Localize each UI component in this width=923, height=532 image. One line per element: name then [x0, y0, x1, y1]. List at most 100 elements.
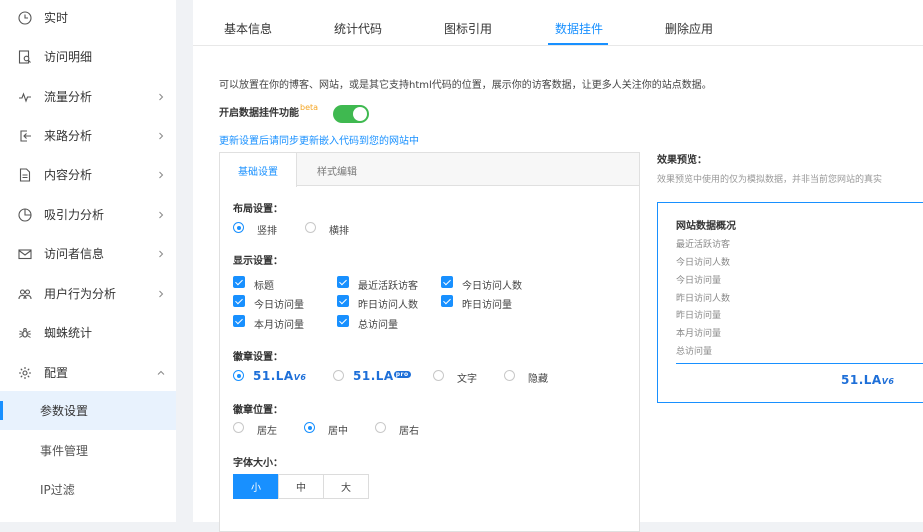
- sidebar-item-label: 流量分析: [44, 90, 93, 104]
- logo-text: 51.LA: [841, 373, 882, 387]
- sidebar-item-user-behavior[interactable]: 用户行为分析: [0, 274, 176, 313]
- logo-suffix: V6: [293, 373, 307, 382]
- chevron-right-icon: [159, 211, 164, 218]
- tab-basic-settings[interactable]: 基础设置: [220, 153, 297, 187]
- position-center-radio[interactable]: [304, 422, 315, 433]
- sidebar-item-events[interactable]: 事件管理: [0, 431, 176, 470]
- sidebar-item-label: 实时: [44, 11, 69, 25]
- checkbox-label: 今日访问量: [254, 300, 304, 311]
- sidebar-item-realtime[interactable]: 实时: [0, 0, 176, 37]
- preview-divider: [676, 363, 923, 364]
- update-notice-link[interactable]: 更新设置后请同步更新嵌入代码到您的网站中: [219, 132, 419, 147]
- sidebar-item-label: IP过滤: [40, 483, 75, 497]
- top-tabs: 基本信息 统计代码 图标引用 数据挂件 删除应用: [193, 0, 923, 46]
- checkbox-today-visitors[interactable]: [441, 276, 453, 288]
- badge-position-title: 徽章位置：: [233, 405, 283, 416]
- preview-title: 效果预览：: [657, 155, 707, 166]
- sidebar-item-label: 蜘蛛统计: [44, 326, 93, 340]
- preview-heading: 网站数据概况: [676, 221, 736, 232]
- layout-vertical-radio[interactable]: [233, 222, 244, 233]
- preview-item: 昨日访问人数: [676, 294, 731, 304]
- checkbox-label: 标题: [254, 281, 274, 292]
- sidebar-item-label: 配置: [44, 366, 69, 380]
- login-arrow-icon: [20, 129, 31, 142]
- chevron-right-icon: [159, 250, 164, 257]
- checkbox-total-visits[interactable]: [337, 315, 349, 327]
- tab-basic-info[interactable]: 基本信息: [224, 20, 272, 37]
- badge-v6-radio[interactable]: [233, 370, 244, 381]
- users-icon: [18, 288, 32, 299]
- badge-pro-radio[interactable]: [333, 370, 344, 381]
- sidebar-item-label: 参数设置: [40, 404, 89, 418]
- position-left-radio[interactable]: [233, 422, 244, 433]
- checkbox-label: 最近活跃访客: [358, 281, 418, 292]
- position-right-radio[interactable]: [375, 422, 386, 433]
- sidebar-item-label: 访问者信息: [44, 247, 105, 261]
- preview-item: 今日访问量: [676, 276, 722, 286]
- pulse-icon: [19, 91, 31, 103]
- checkbox-title[interactable]: [233, 276, 245, 288]
- layout-vertical-label: 竖排: [257, 226, 277, 237]
- sidebar-item-attraction[interactable]: 吸引力分析: [0, 195, 176, 234]
- checkbox-recent-visitors[interactable]: [337, 276, 349, 288]
- sidebar-item-label: 访问明细: [44, 50, 93, 64]
- tab-stats-code[interactable]: 统计代码: [334, 20, 382, 37]
- toggle-label: 开启数据挂件功能 beta: [219, 103, 318, 119]
- widget-enable-switch[interactable]: [333, 105, 369, 123]
- clock-icon: [18, 10, 32, 25]
- tab-style-edit[interactable]: 样式编辑: [297, 153, 377, 187]
- font-size-selector: 小 中 大: [233, 474, 369, 499]
- checkbox-label: 总访问量: [358, 320, 398, 331]
- logo-text: 51.LA: [253, 369, 294, 383]
- badge-pro-logo: 51.LA pro: [353, 369, 411, 383]
- sidebar-item-source[interactable]: 来路分析: [0, 116, 176, 155]
- preview-item: 今日访问人数: [676, 258, 731, 268]
- chevron-right-icon: [159, 132, 164, 139]
- sidebar-item-visitor-info[interactable]: 访问者信息: [0, 234, 176, 273]
- badge-v6-logo: 51.LAV6: [253, 369, 306, 383]
- layout-horizontal-radio[interactable]: [305, 222, 316, 233]
- preview-logo: 51.LAV6: [841, 373, 894, 387]
- badge-text-radio[interactable]: [433, 370, 444, 381]
- sidebar-item-traffic[interactable]: 流量分析: [0, 77, 176, 116]
- preview-description: 效果预览中使用的仅为模拟数据，并非当前您网站的真实: [657, 175, 883, 185]
- toggle-label-text: 开启数据挂件功能: [219, 108, 299, 119]
- font-size-large-button[interactable]: 大: [323, 474, 369, 499]
- mail-icon: [18, 248, 32, 259]
- chevron-right-icon: [159, 171, 164, 178]
- layout-title: 布局设置：: [233, 204, 283, 215]
- sidebar-item-label: 用户行为分析: [44, 287, 117, 301]
- switch-knob: [353, 107, 367, 121]
- sidebar-item-visit-detail[interactable]: 访问明细: [0, 37, 176, 76]
- font-size-medium-button[interactable]: 中: [278, 474, 324, 499]
- position-left-label: 居左: [257, 426, 277, 437]
- sidebar-item-config[interactable]: 配置: [0, 353, 176, 392]
- checkbox-yesterday-visitors[interactable]: [337, 295, 349, 307]
- sidebar-item-content[interactable]: 内容分析: [0, 155, 176, 194]
- chevron-right-icon: [159, 290, 164, 297]
- sidebar-item-label: 来路分析: [44, 129, 93, 143]
- preview-item: 最近活跃访客: [676, 240, 731, 250]
- gear-icon: [19, 366, 31, 379]
- sidebar-item-label: 事件管理: [40, 444, 89, 458]
- checkbox-month-visits[interactable]: [233, 315, 245, 327]
- tab-data-widget[interactable]: 数据挂件: [555, 20, 603, 37]
- logo-suffix: V6: [881, 377, 895, 386]
- sidebar-item-params[interactable]: 参数设置: [0, 391, 176, 430]
- checkbox-label: 本月访问量: [254, 320, 304, 331]
- badge-hide-radio[interactable]: [504, 370, 515, 381]
- preview-item: 总访问量: [676, 347, 713, 357]
- widget-description: 可以放置在你的博客、网站，或是其它支持html代码的位置，展示你的访客数据，让更…: [219, 80, 712, 91]
- badge-title: 徽章设置：: [233, 352, 283, 363]
- font-size-title: 字体大小：: [233, 458, 283, 469]
- tab-delete-app[interactable]: 删除应用: [665, 20, 713, 37]
- active-tab-underline: [548, 43, 608, 45]
- sidebar-item-ip-filter[interactable]: IP过滤: [0, 470, 176, 509]
- checkbox-today-visits[interactable]: [233, 295, 245, 307]
- tab-icon-ref[interactable]: 图标引用: [444, 20, 492, 37]
- sidebar-item-spider[interactable]: 蜘蛛统计: [0, 313, 176, 352]
- font-size-small-button[interactable]: 小: [233, 474, 279, 499]
- document-icon: [19, 167, 31, 182]
- checkbox-yesterday-visits[interactable]: [441, 295, 453, 307]
- active-indicator: [0, 401, 3, 420]
